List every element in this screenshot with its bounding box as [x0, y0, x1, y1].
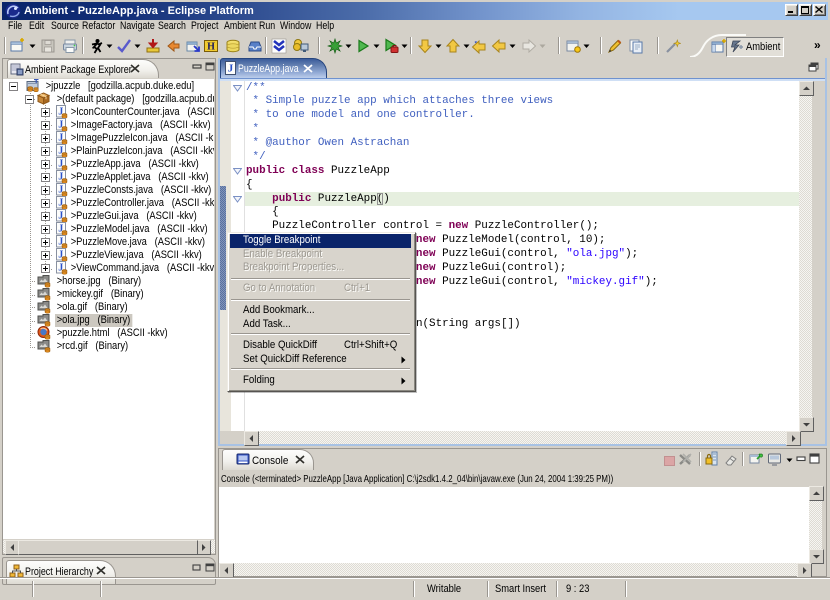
svg-text:H: H: [207, 42, 215, 53]
svg-text:J: J: [228, 63, 234, 75]
